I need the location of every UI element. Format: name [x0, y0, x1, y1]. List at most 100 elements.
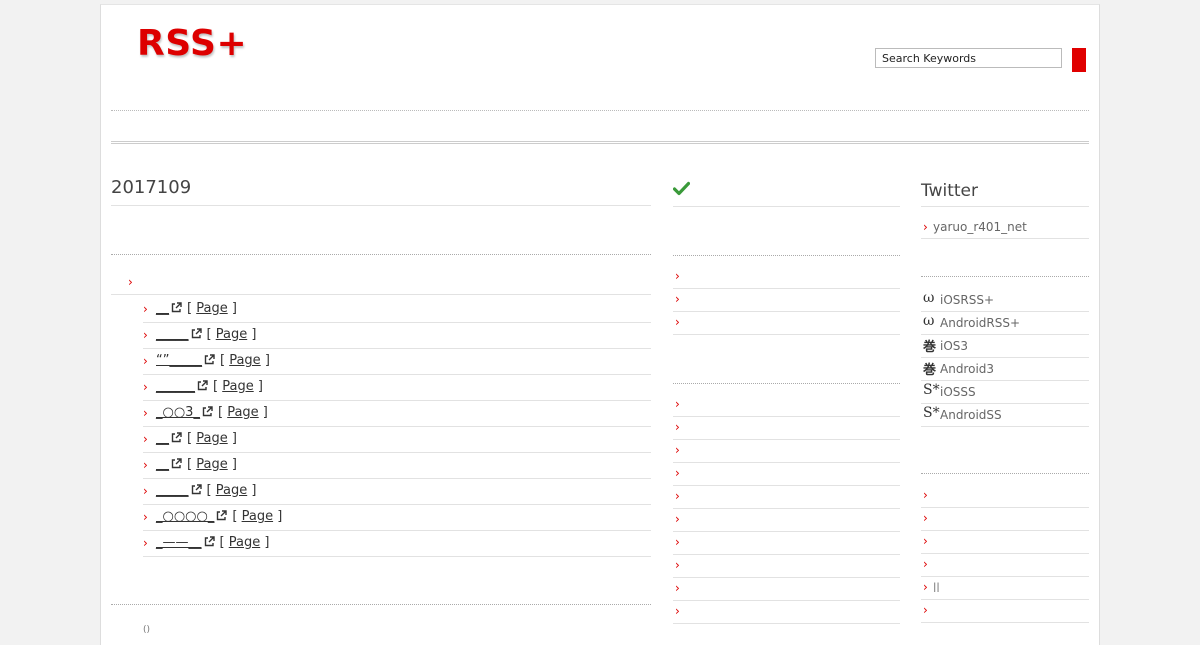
list-item: › _○○3_ [ Page ]	[143, 401, 651, 427]
list-item[interactable]: ›	[921, 531, 1089, 554]
app-link[interactable]: 巻 Android3	[921, 358, 1089, 381]
list-item[interactable]: ›	[921, 600, 1089, 623]
site-logo[interactable]: RSS+	[137, 23, 247, 64]
list-item[interactable]: ›	[673, 440, 900, 463]
app-link[interactable]: S* AndroidSS	[921, 404, 1089, 427]
list-item: › ______ [ Page ]	[143, 375, 651, 401]
chevron-right-icon: ›	[143, 432, 148, 446]
list-item: › __ [ Page ]	[143, 453, 651, 479]
page-link[interactable]: Page	[222, 379, 253, 394]
entry-title-link[interactable]: __	[156, 301, 169, 316]
list-item[interactable]: ›	[673, 417, 900, 440]
page-link[interactable]: Page	[227, 405, 258, 420]
list-item: › _____ [ Page ]	[143, 323, 651, 349]
external-link-icon[interactable]	[191, 484, 202, 495]
entry-title-link[interactable]: _○○○○_	[156, 509, 214, 524]
omega-icon: ω	[923, 313, 935, 329]
twitter-user-link[interactable]: › yaruo_r401_net	[921, 217, 1089, 239]
external-link-icon[interactable]	[204, 536, 215, 547]
bracket-open: [	[187, 431, 197, 446]
list-item[interactable]: ›	[921, 508, 1089, 531]
list-item: › __ [ Page ]	[143, 427, 651, 453]
app-label: iOS3	[940, 339, 969, 353]
chevron-right-icon: ›	[143, 354, 148, 368]
app-link[interactable]: S* iOSSS	[921, 381, 1089, 404]
section-divider	[111, 604, 651, 605]
category-row[interactable]: ›	[111, 273, 651, 295]
list-item[interactable]: ›	[673, 532, 900, 555]
external-link-icon[interactable]	[202, 406, 213, 417]
entry-title-link[interactable]: _____	[156, 327, 189, 342]
chevron-right-icon: ›	[675, 420, 680, 434]
bracket-close: ]	[247, 327, 257, 342]
twitter-heading: Twitter	[921, 181, 1089, 207]
external-link-icon[interactable]	[204, 354, 215, 365]
list-item[interactable]: ›	[921, 554, 1089, 577]
external-link-icon[interactable]	[191, 328, 202, 339]
chevron-right-icon: ›	[675, 315, 680, 329]
entry-title-link[interactable]: _____	[156, 483, 189, 498]
bracket-close: ]	[258, 405, 268, 420]
page-link[interactable]: Page	[196, 457, 227, 472]
external-link-icon[interactable]	[171, 432, 182, 443]
chevron-right-icon: ›	[143, 484, 148, 498]
section-divider	[111, 254, 651, 255]
list-item[interactable]: ›	[673, 509, 900, 532]
list-item[interactable]: ›	[673, 555, 900, 578]
list-item[interactable]: ›	[673, 312, 900, 335]
app-label: AndroidRSS+	[940, 316, 1021, 330]
page-link[interactable]: Page	[242, 509, 273, 524]
search-input[interactable]	[875, 48, 1062, 68]
bracket-open: [	[206, 327, 216, 342]
comment-count: ()	[143, 625, 151, 635]
entry-title-link[interactable]: __	[156, 431, 169, 446]
list-item[interactable]: ›	[673, 289, 900, 312]
list-item[interactable]: ›	[673, 578, 900, 601]
list-item[interactable]: ›	[673, 463, 900, 486]
bracket-close: ]	[227, 301, 237, 316]
section-divider	[921, 473, 1089, 474]
page-link[interactable]: Page	[229, 353, 260, 368]
bracket-close: ]	[260, 535, 270, 550]
entry-title-link[interactable]: ______	[156, 379, 195, 394]
app-link[interactable]: 巻 iOS3	[921, 335, 1089, 358]
app-label: iOSSS	[940, 385, 976, 399]
bracket-open: [	[219, 535, 229, 550]
external-link-icon[interactable]	[171, 302, 182, 313]
external-link-icon[interactable]	[171, 458, 182, 469]
list-item[interactable]: ›	[921, 485, 1089, 508]
chevron-right-icon: ›	[923, 511, 928, 525]
list-item[interactable]: ›	[673, 266, 900, 289]
list-item[interactable]: ›	[673, 601, 900, 624]
chevron-right-icon: ›	[675, 443, 680, 457]
list-item[interactable]: › ll	[921, 577, 1089, 600]
bracket-open: [	[187, 301, 197, 316]
page-link[interactable]: Page	[196, 431, 227, 446]
page-link[interactable]: Page	[216, 327, 247, 342]
apps-list: ω iOSRSS+ ω AndroidRSS+ 巻 iOS3 巻 Android3 S*…	[921, 289, 1089, 427]
chevron-right-icon: ›	[143, 302, 148, 316]
list-item: › __ [ Page ]	[143, 297, 651, 323]
app-link[interactable]: ω iOSRSS+	[921, 289, 1089, 312]
app-link[interactable]: ω AndroidRSS+	[921, 312, 1089, 335]
app-label: iOSRSS+	[940, 293, 995, 307]
middle-list-b: › › › › › › › › › ›	[673, 394, 900, 624]
entry-title-link[interactable]: _○○3_	[156, 405, 200, 420]
external-link-icon[interactable]	[197, 380, 208, 391]
page-link[interactable]: Page	[216, 483, 247, 498]
list-item: › _○○○○_ [ Page ]	[143, 505, 651, 531]
page-link[interactable]: Page	[196, 301, 227, 316]
entry-title-link[interactable]: _——__	[156, 535, 202, 550]
entry-title-link[interactable]: “”_____	[156, 353, 202, 368]
chevron-right-icon: ›	[143, 328, 148, 342]
list-item[interactable]: ›	[673, 486, 900, 509]
page-link[interactable]: Page	[229, 535, 260, 550]
header-divider	[111, 141, 1089, 144]
external-link-icon[interactable]	[216, 510, 228, 521]
list-item[interactable]: ›	[673, 394, 900, 417]
chevron-right-icon: ›	[675, 466, 680, 480]
checkmark-icon	[673, 181, 690, 196]
app-label: Android3	[940, 362, 995, 376]
entry-title-link[interactable]: __	[156, 457, 169, 472]
search-button[interactable]	[1072, 48, 1086, 72]
